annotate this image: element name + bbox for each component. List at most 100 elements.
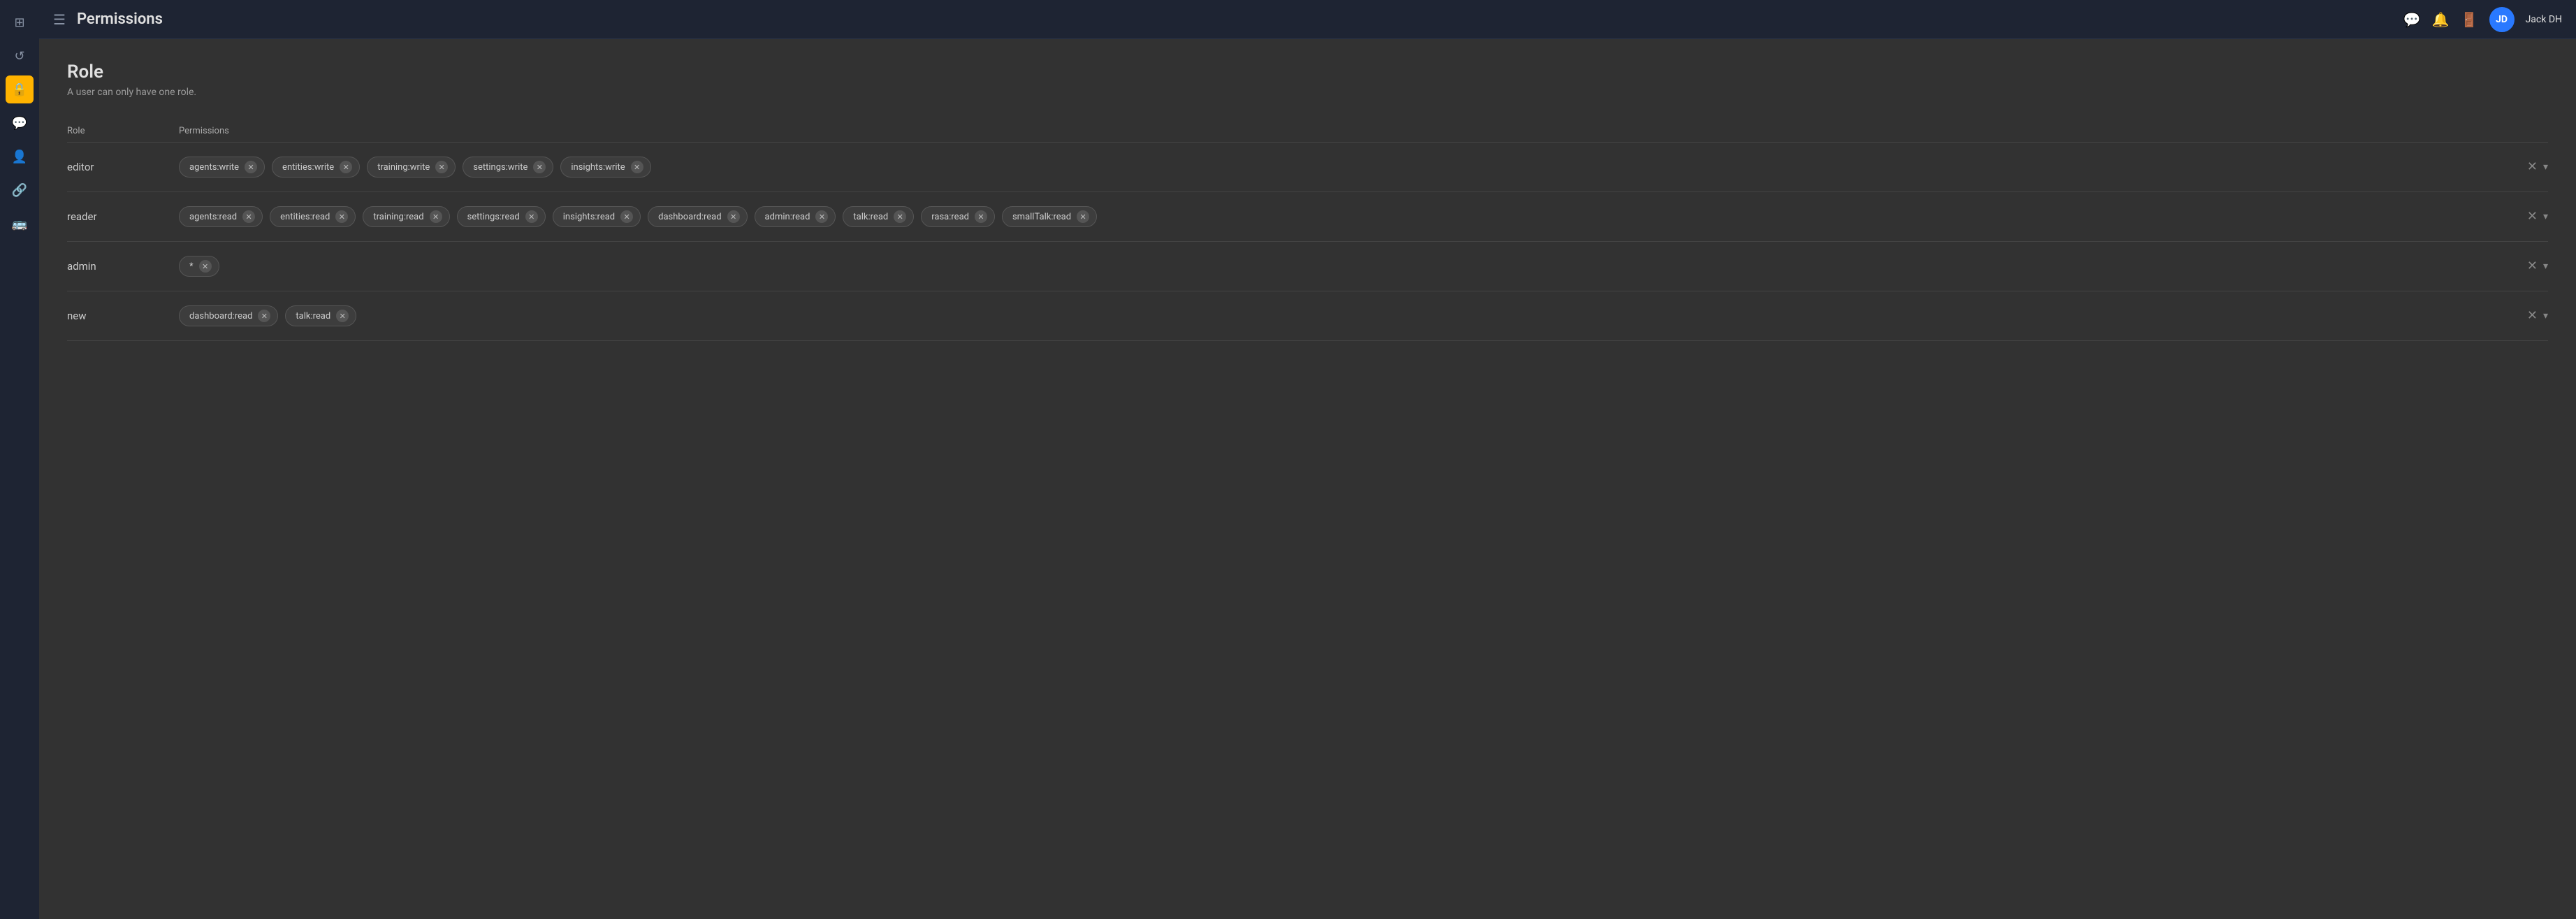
remove-permission-button[interactable]: ✕: [335, 210, 348, 223]
row-actions: ✕▾: [2527, 157, 2548, 174]
permission-label: insights:read: [563, 212, 615, 222]
permission-label: smallTalk:read: [1012, 212, 1071, 222]
permissions-area: *✕: [179, 256, 2527, 277]
permission-tag: entities:write ✕: [272, 157, 360, 178]
permission-label: training:write: [377, 162, 430, 173]
permission-tag: entities:read ✕: [270, 206, 356, 227]
permission-label: entities:read: [280, 212, 330, 222]
permission-tag: admin:read ✕: [755, 206, 836, 227]
remove-permission-button[interactable]: ✕: [525, 210, 538, 223]
avatar[interactable]: JD: [2489, 7, 2515, 32]
permission-tag: talk:read ✕: [285, 305, 356, 326]
permission-tag: training:write ✕: [367, 157, 456, 178]
permission-tag: smallTalk:read ✕: [1002, 206, 1097, 227]
permission-label: entities:write: [282, 162, 334, 173]
permission-tag: insights:write ✕: [560, 157, 650, 178]
sidebar: ⊞ ↺ 🔒 💬 👤 🔗 🚌: [0, 0, 39, 919]
table-row: editoragents:write✕entities:write✕traini…: [67, 143, 2548, 192]
permissions-area: agents:read ✕ entities:read ✕ training:read ✕…: [179, 206, 2527, 227]
bell-header-icon[interactable]: 🔔: [2432, 11, 2450, 28]
row-dropdown-button[interactable]: ▾: [2543, 161, 2548, 173]
remove-permission-button[interactable]: ✕: [815, 210, 828, 223]
logout-header-icon[interactable]: 🚪: [2461, 11, 2478, 28]
remove-permission-button[interactable]: ✕: [975, 210, 987, 223]
hamburger-icon[interactable]: ☰: [53, 11, 66, 28]
permission-tag: insights:read ✕: [553, 206, 641, 227]
remove-permission-button[interactable]: ✕: [533, 161, 546, 173]
remove-permission-button[interactable]: ✕: [340, 161, 352, 173]
remove-permission-button[interactable]: ✕: [894, 210, 906, 223]
main-wrapper: ☰ Permissions 💬 🔔 🚪 JD Jack DH Role A us…: [39, 0, 2576, 919]
section-title: Role: [67, 61, 2548, 82]
permission-tag: talk:read ✕: [843, 206, 914, 227]
permission-label: settings:read: [467, 212, 520, 222]
refresh-icon[interactable]: ↺: [6, 42, 34, 70]
permission-tag: agents:read ✕: [179, 206, 263, 227]
permission-label: talk:read: [296, 311, 330, 321]
remove-permission-button[interactable]: ✕: [1077, 210, 1089, 223]
row-actions: ✕▾: [2527, 206, 2548, 224]
permission-tag: *✕: [179, 256, 219, 277]
remove-permission-button[interactable]: ✕: [620, 210, 633, 223]
table-header: Role Permissions: [67, 120, 2548, 143]
permission-label: training:read: [373, 212, 423, 222]
row-dropdown-button[interactable]: ▾: [2543, 310, 2548, 321]
permission-label: agents:write: [189, 162, 239, 173]
role-name-label: new: [67, 305, 179, 322]
permission-tag: agents:write ✕: [179, 157, 265, 178]
permission-label: talk:read: [853, 212, 888, 222]
permission-label: dashboard:read: [658, 212, 721, 222]
permission-label: *: [189, 261, 194, 272]
permission-label: admin:read: [765, 212, 810, 222]
remove-permission-button[interactable]: ✕: [245, 161, 257, 173]
permissions-area: dashboard:read ✕ talk:read ✕: [179, 305, 2527, 326]
chat-icon[interactable]: 💬: [6, 109, 34, 137]
role-name-label: admin: [67, 256, 179, 273]
page-title: Permissions: [77, 10, 2403, 28]
col-perms-header: Permissions: [179, 126, 2548, 136]
username-label: Jack DH: [2526, 14, 2562, 25]
permission-label: rasa:read: [931, 212, 969, 222]
remove-permission-button[interactable]: ✕: [727, 210, 740, 223]
permission-label: agents:read: [189, 212, 237, 222]
permission-tag: training:read ✕: [363, 206, 449, 227]
grid-icon[interactable]: ⊞: [6, 8, 34, 36]
section-subtitle: A user can only have one role.: [67, 87, 2548, 98]
permissions-area: agents:write✕entities:write✕training:wri…: [179, 157, 2527, 178]
clear-row-button[interactable]: ✕: [2527, 308, 2538, 323]
permission-tag: rasa:read ✕: [921, 206, 995, 227]
permission-tag: dashboard:read ✕: [648, 206, 747, 227]
permission-label: settings:write: [473, 162, 527, 173]
remove-permission-button[interactable]: ✕: [199, 260, 212, 273]
remove-permission-button[interactable]: ✕: [242, 210, 255, 223]
clear-row-button[interactable]: ✕: [2527, 159, 2538, 174]
users-icon[interactable]: 👤: [6, 143, 34, 171]
role-name-label: editor: [67, 157, 179, 173]
row-dropdown-button[interactable]: ▾: [2543, 261, 2548, 272]
remove-permission-button[interactable]: ✕: [435, 161, 448, 173]
table-row: admin*✕✕▾: [67, 242, 2548, 291]
remove-permission-button[interactable]: ✕: [430, 210, 442, 223]
remove-permission-button[interactable]: ✕: [631, 161, 643, 173]
permission-label: dashboard:read: [189, 311, 252, 321]
chat-header-icon[interactable]: 💬: [2403, 11, 2421, 28]
permission-tag: settings:read ✕: [457, 206, 546, 227]
lock-icon[interactable]: 🔒: [6, 75, 34, 103]
row-actions: ✕▾: [2527, 305, 2548, 323]
col-role-header: Role: [67, 126, 179, 136]
link-icon[interactable]: 🔗: [6, 176, 34, 204]
clear-row-button[interactable]: ✕: [2527, 209, 2538, 224]
permission-label: insights:write: [571, 162, 625, 173]
header-actions: 💬 🔔 🚪 JD Jack DH: [2403, 7, 2562, 32]
bus-icon[interactable]: 🚌: [6, 210, 34, 238]
table-body: editoragents:write✕entities:write✕traini…: [67, 143, 2548, 341]
row-dropdown-button[interactable]: ▾: [2543, 211, 2548, 222]
clear-row-button[interactable]: ✕: [2527, 259, 2538, 273]
remove-permission-button[interactable]: ✕: [258, 310, 270, 322]
permission-tag: settings:write ✕: [463, 157, 553, 178]
role-name-label: reader: [67, 206, 179, 223]
remove-permission-button[interactable]: ✕: [336, 310, 349, 322]
table-row: readeragents:read✕entities:read✕training…: [67, 192, 2548, 242]
table-row: newdashboard:read✕talk:read✕✕▾: [67, 291, 2548, 341]
permission-tag: dashboard:read ✕: [179, 305, 278, 326]
